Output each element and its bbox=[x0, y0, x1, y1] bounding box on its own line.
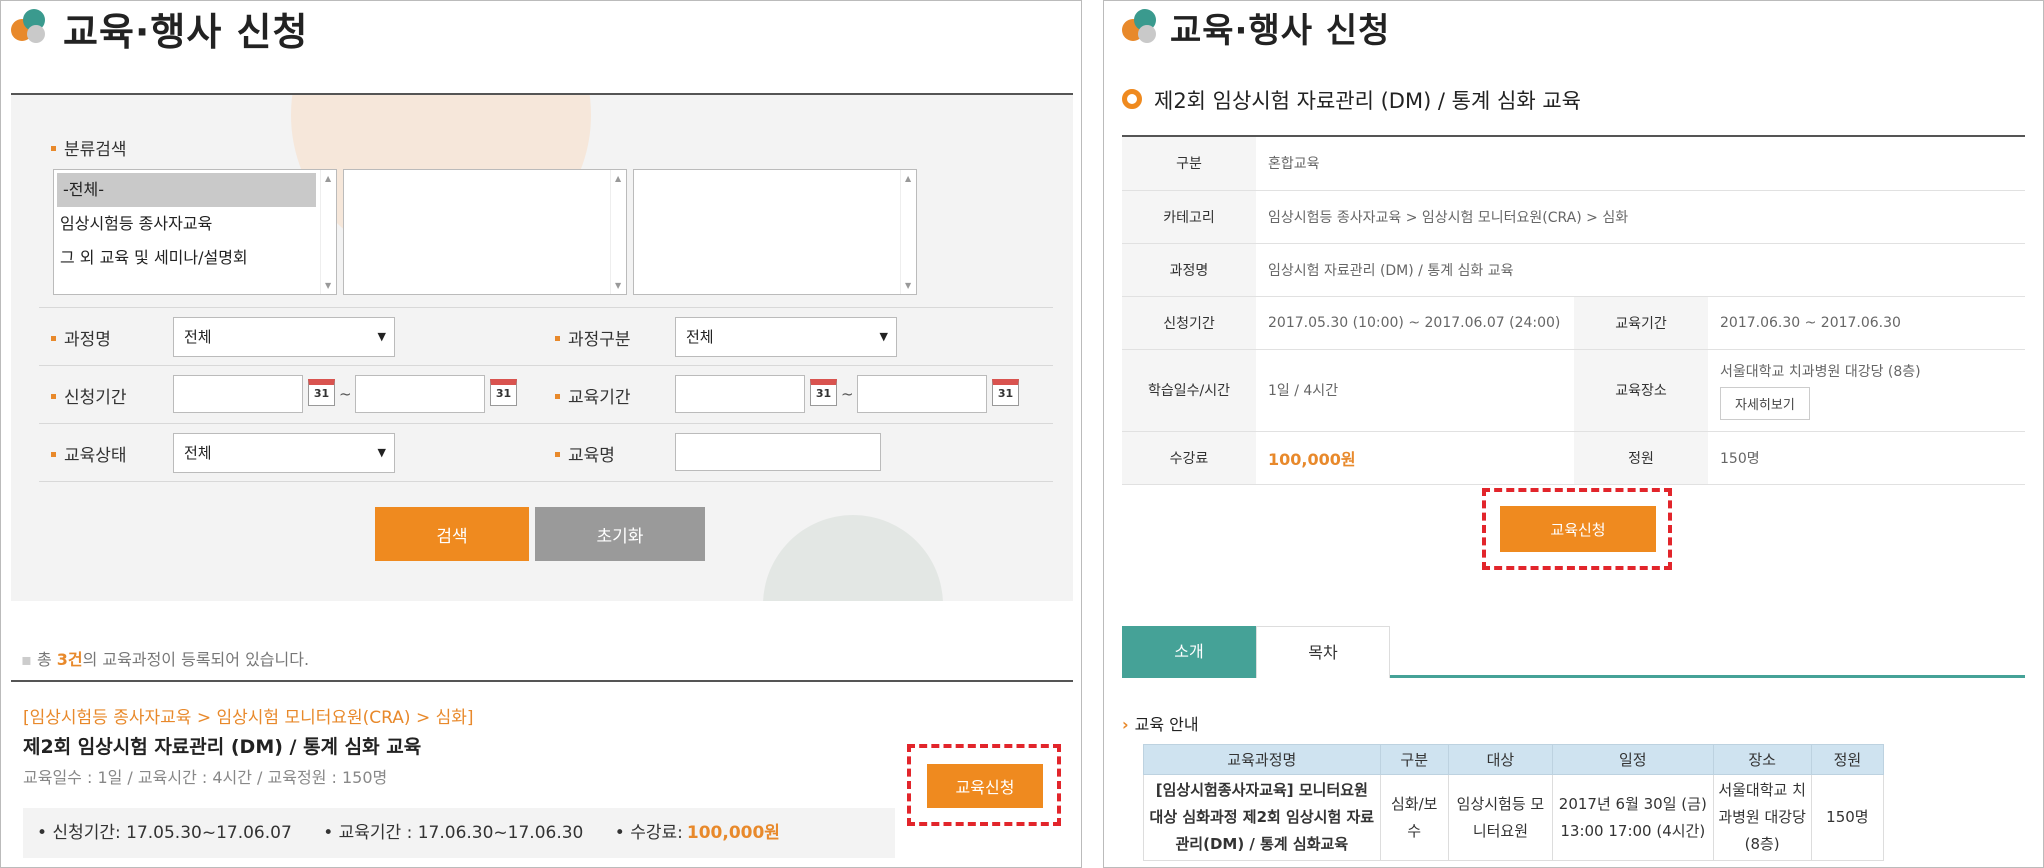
cell-capacity: 150명 bbox=[1810, 774, 1885, 861]
column-header: 일정 bbox=[1552, 744, 1714, 775]
cell-value: 임상시험 자료관리 (DM) / 통계 심화 교육 bbox=[1256, 243, 2025, 297]
scrollbar[interactable]: ▲ ▼ bbox=[900, 170, 916, 294]
cell-value: 임상시험등 종사자교육 > 임상시험 모니터요원(CRA) > 심화 bbox=[1256, 190, 2025, 244]
cell-label: 교육기간 bbox=[1574, 296, 1708, 350]
scrollbar[interactable]: ▲ ▼ bbox=[610, 170, 626, 294]
fee-value: 100,000원 bbox=[686, 823, 780, 843]
apply-button[interactable]: 교육신청 bbox=[1500, 506, 1656, 552]
edu-name-label: 교육명 bbox=[555, 441, 615, 466]
place-text: 서울대학교 치과병원 대강당 (8층) bbox=[1720, 363, 1921, 380]
category-listbox-2[interactable]: ▲ ▼ bbox=[343, 169, 627, 295]
edu-name-input[interactable] bbox=[675, 433, 881, 471]
cell-value: 2017.06.30 ~ 2017.06.30 bbox=[1708, 296, 2025, 350]
row-divider bbox=[39, 365, 1053, 366]
section-title: › 교육 안내 bbox=[1122, 715, 1199, 734]
chevron-right-icon: › bbox=[1122, 715, 1129, 734]
category-listbox-3[interactable]: ▲ ▼ bbox=[633, 169, 917, 295]
cell-name: [임상시험종사자교육] 모니터요원 대상 심화과정 제2회 임상시험 자료관리(… bbox=[1143, 774, 1381, 861]
edu-end-input[interactable] bbox=[857, 375, 987, 413]
fee-label: • 수강료: bbox=[614, 823, 683, 843]
edu-status-label: 교육상태 bbox=[51, 441, 127, 466]
bullet-ring-icon bbox=[1122, 89, 1142, 109]
edu-period-text: • 교육기간 : 17.06.30~17.06.30 bbox=[323, 823, 584, 843]
cell-place: 서울대학교 치과병원 대강당 (8층) bbox=[1712, 774, 1812, 861]
column-header: 대상 bbox=[1447, 744, 1554, 775]
column-header: 구분 bbox=[1379, 744, 1449, 775]
category-option[interactable]: 그 외 교육 및 세미나/설명회 bbox=[54, 241, 336, 275]
edu-status-select[interactable]: 전체 ▼ bbox=[173, 433, 395, 473]
calendar-icon[interactable]: 31 bbox=[490, 379, 517, 406]
course-category-path[interactable]: [임상시험등 종사자교육 > 임상시험 모니터요원(CRA) > 심화] bbox=[23, 703, 474, 728]
course-meta: 교육일수 : 1일 / 교육시간 : 4시간 / 교육정원 : 150명 bbox=[23, 768, 388, 787]
cell-type: 심화/보수 bbox=[1379, 774, 1449, 861]
category-option[interactable]: 임상시험등 종사자교육 bbox=[54, 207, 336, 241]
course-title: 제2회 임상시험 자료관리 (DM) / 통계 심화 교육 bbox=[1154, 89, 1581, 113]
cell-label: 구분 bbox=[1122, 137, 1256, 191]
edu-table: 교육과정명 구분 대상 일정 장소 정원 [임상시험종사자교육] 모니터요원 대… bbox=[1143, 744, 1885, 861]
detail-button[interactable]: 자세히보기 bbox=[1720, 386, 1810, 420]
calendar-icon[interactable]: 31 bbox=[810, 379, 837, 406]
cell-label: 정원 bbox=[1574, 431, 1708, 485]
cell-label: 수강료 bbox=[1122, 431, 1256, 485]
course-type-select[interactable]: 전체 ▼ bbox=[675, 317, 897, 357]
tab-contents[interactable]: 목차 bbox=[1256, 626, 1390, 678]
cell-value: 2017.05.30 (10:00) ~ 2017.06.07 (24:00) bbox=[1256, 296, 1574, 350]
cell-value: 혼합교육 bbox=[1256, 137, 2025, 191]
course-type-label: 과정구분 bbox=[555, 325, 631, 350]
apply-period-text: • 신청기간: 17.05.30~17.06.07 bbox=[37, 823, 292, 843]
reset-button[interactable]: 초기화 bbox=[535, 507, 705, 561]
row-divider bbox=[39, 423, 1053, 424]
cell-value: 150명 bbox=[1708, 431, 2025, 485]
apply-end-input[interactable] bbox=[355, 375, 485, 413]
table-row: [임상시험종사자교육] 모니터요원 대상 심화과정 제2회 임상시험 자료관리(… bbox=[1143, 774, 1885, 861]
cell-value: 서울대학교 치과병원 대강당 (8층) 자세히보기 bbox=[1708, 349, 2025, 432]
range-tilde: ~ bbox=[339, 385, 352, 403]
decorative-circle bbox=[763, 515, 943, 601]
column-header: 정원 bbox=[1810, 744, 1885, 775]
course-name-select[interactable]: 전체 ▼ bbox=[173, 317, 395, 357]
list-divider bbox=[11, 680, 1073, 682]
right-panel: 교육·행사 신청 제2회 임상시험 자료관리 (DM) / 통계 심화 교육 구… bbox=[1103, 0, 2044, 868]
calendar-icon[interactable]: 31 bbox=[308, 379, 335, 406]
scrollbar[interactable]: ▲ ▼ bbox=[320, 170, 336, 294]
apply-button[interactable]: 교육신청 bbox=[927, 764, 1043, 808]
total-count-text: ▪ 총 3건의 교육과정이 등록되어 있습니다. bbox=[21, 650, 310, 669]
category-label: 분류검색 bbox=[51, 135, 127, 160]
search-form: 분류검색 -전체- 임상시험등 종사자교육 그 외 교육 및 세미나/설명회 ▲… bbox=[11, 95, 1073, 601]
left-panel: 교육·행사 신청 분류검색 -전체- 임상시험등 종사자교육 그 외 교육 및 … bbox=[0, 0, 1082, 868]
calendar-icon[interactable]: 31 bbox=[992, 379, 1019, 406]
row-divider bbox=[39, 307, 1053, 308]
category-option-all[interactable]: -전체- bbox=[57, 173, 316, 207]
apply-start-input[interactable] bbox=[173, 375, 303, 413]
course-info-bar: • 신청기간: 17.05.30~17.06.07 • 교육기간 : 17.06… bbox=[23, 808, 895, 858]
cell-label: 교육장소 bbox=[1574, 349, 1708, 432]
fee-value: 100,000원 bbox=[1268, 449, 1356, 469]
cell-target: 임상시험등 모니터요원 bbox=[1447, 774, 1554, 861]
cell-value: 100,000원 bbox=[1256, 431, 1574, 485]
search-button[interactable]: 검색 bbox=[375, 507, 529, 561]
row-divider bbox=[39, 481, 1053, 482]
course-title[interactable]: 제2회 임상시험 자료관리 (DM) / 통계 심화 교육 bbox=[23, 732, 421, 759]
cell-label: 학습일수/시간 bbox=[1122, 349, 1256, 432]
apply-period-label: 신청기간 bbox=[51, 383, 127, 408]
logo-icon bbox=[11, 7, 51, 47]
tab-intro[interactable]: 소개 bbox=[1122, 626, 1256, 678]
page-title: 교육·행사 신청 bbox=[63, 10, 309, 54]
cell-schedule: 2017년 6월 30일 (금) 13:00 17:00 (4시간) bbox=[1552, 774, 1714, 861]
column-header: 장소 bbox=[1712, 744, 1812, 775]
cell-label: 과정명 bbox=[1122, 243, 1256, 297]
page-title: 교육·행사 신청 bbox=[1170, 11, 1391, 51]
course-info-table: 구분 혼합교육 카테고리 임상시험등 종사자교육 > 임상시험 모니터요원(CR… bbox=[1122, 137, 2025, 485]
course-name-label: 과정명 bbox=[51, 325, 111, 350]
cell-label: 카테고리 bbox=[1122, 190, 1256, 244]
cell-value: 1일 / 4시간 bbox=[1256, 349, 1574, 432]
cell-label: 신청기간 bbox=[1122, 296, 1256, 350]
range-tilde: ~ bbox=[841, 385, 854, 403]
logo-icon bbox=[1122, 7, 1162, 47]
tab-bar: 소개 목차 bbox=[1122, 626, 2025, 678]
category-listbox-1[interactable]: -전체- 임상시험등 종사자교육 그 외 교육 및 세미나/설명회 ▲ ▼ bbox=[53, 169, 337, 295]
column-header: 교육과정명 bbox=[1143, 744, 1381, 775]
edu-period-label: 교육기간 bbox=[555, 383, 631, 408]
edu-start-input[interactable] bbox=[675, 375, 805, 413]
